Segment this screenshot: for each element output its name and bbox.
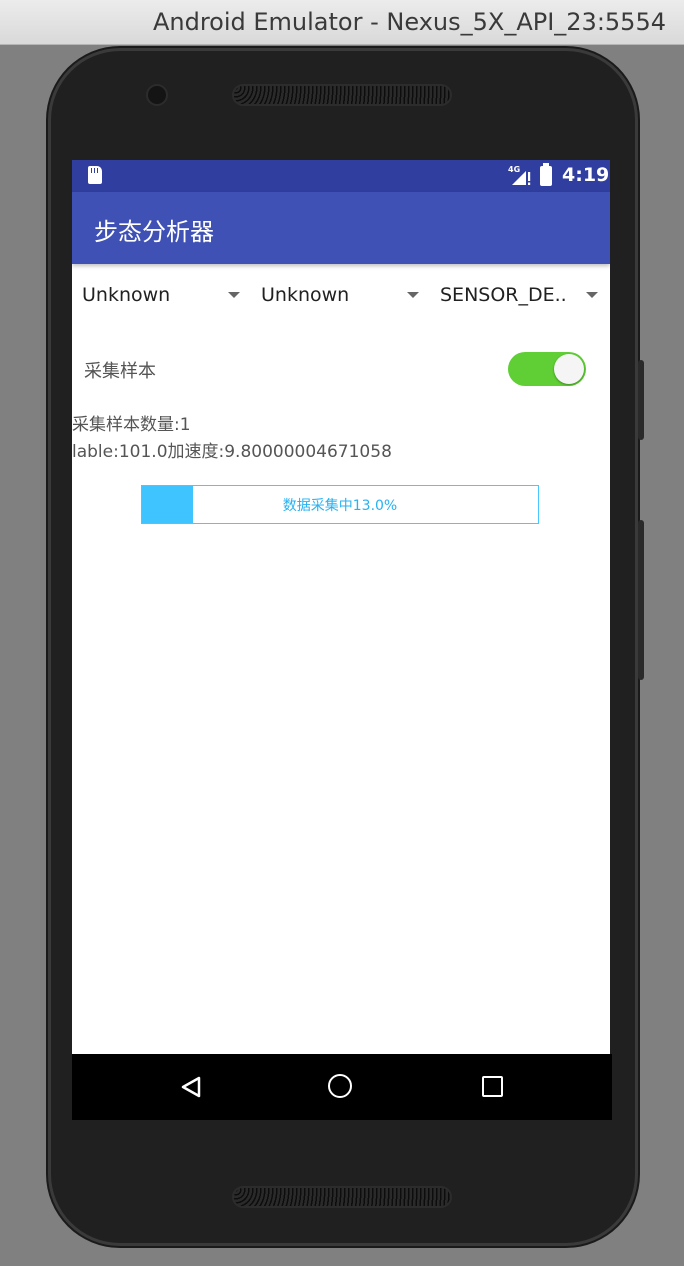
toggle-knob xyxy=(554,354,584,384)
volume-button[interactable] xyxy=(638,360,644,440)
front-camera xyxy=(148,86,166,104)
spinner-2[interactable]: Unknown xyxy=(251,280,421,316)
dropdown-arrow-icon xyxy=(407,292,419,298)
collect-sample-toggle[interactable] xyxy=(508,352,586,386)
app-bar: 步态分析器 xyxy=(72,192,610,264)
collect-switch-label: 采集样本 xyxy=(84,361,156,382)
power-button[interactable] xyxy=(638,520,644,680)
sd-card-icon xyxy=(88,166,102,184)
spinner-1[interactable]: Unknown xyxy=(72,280,242,316)
status-bar: 4G 4:19 xyxy=(72,160,610,192)
top-speaker-grille xyxy=(234,86,450,104)
spinner-3[interactable]: SENSOR_DE.. xyxy=(430,280,610,316)
sample-count-text: 采集样本数量:1 xyxy=(72,415,191,435)
window-titlebar: Android Emulator - Nexus_5X_API_23:5554 xyxy=(0,0,684,45)
spinner-3-value: SENSOR_DE.. xyxy=(440,284,567,306)
collection-progress-bar: 数据采集中13.0% xyxy=(141,485,539,524)
spinner-1-value: Unknown xyxy=(82,284,171,306)
recent-apps-icon[interactable] xyxy=(482,1076,503,1097)
battery-icon xyxy=(540,163,552,186)
network-type-label: 4G xyxy=(508,165,521,174)
back-icon[interactable] xyxy=(180,1076,202,1098)
dropdown-arrow-icon xyxy=(586,292,598,298)
navigation-bar xyxy=(72,1054,612,1120)
home-icon[interactable] xyxy=(328,1074,352,1098)
window-title: Android Emulator - Nexus_5X_API_23:5554 xyxy=(152,8,666,36)
dropdown-arrow-icon xyxy=(228,292,240,298)
signal-icon: 4G xyxy=(508,165,534,186)
sensor-reading-text: lable:101.0加速度:9.80000004671058 xyxy=(72,442,392,462)
status-time: 4:19 xyxy=(562,164,610,186)
app-title: 步态分析器 xyxy=(94,218,214,246)
device-screen: 4G 4:19 步态分析器 Unknown Unknown SENSOR_DE.… xyxy=(72,160,610,1120)
spinner-2-value: Unknown xyxy=(261,284,350,306)
bottom-speaker-grille xyxy=(234,1188,450,1206)
progress-text: 数据采集中13.0% xyxy=(282,497,398,514)
